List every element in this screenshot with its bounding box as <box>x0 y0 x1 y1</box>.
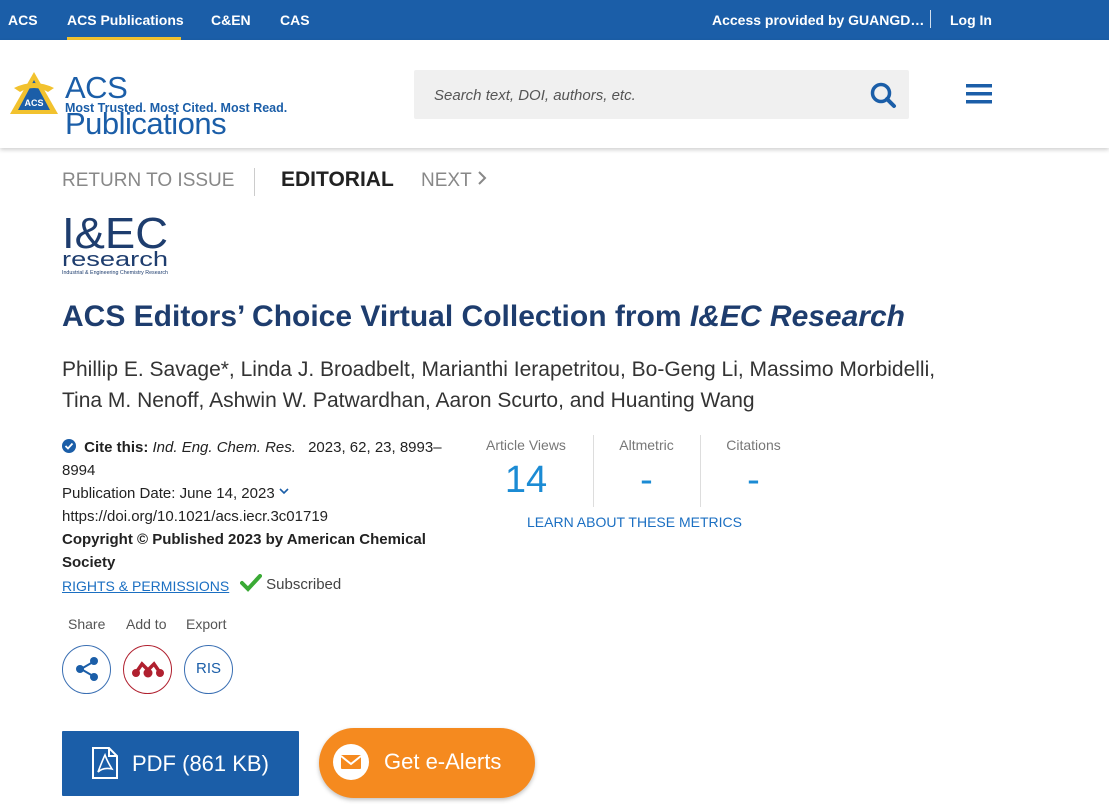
pub-date-label: Publication Date: <box>62 485 176 502</box>
acs-publications-link[interactable]: ACS Publications <box>67 12 184 28</box>
article-title: ACS Editors’ Choice Virtual Collection f… <box>62 300 905 334</box>
metric-label: Citations <box>726 437 781 453</box>
checkmark-icon <box>240 574 262 592</box>
metric-value: - <box>640 459 653 501</box>
acs-publications-logo[interactable]: ACS ACS Publications Most Trusted. Most … <box>8 70 288 141</box>
chevron-down-icon <box>279 488 289 495</box>
email-icon <box>333 744 369 780</box>
chevron-right-icon <box>477 171 487 185</box>
metric-label: Altmetric <box>619 437 674 453</box>
citation: Cite this: Ind. Eng. Chem. Res. 2023, 62… <box>62 436 462 482</box>
hamburger-menu-icon <box>966 84 992 104</box>
authors-line-2[interactable]: Tina M. Nenoff, Ashwin W. Patwardhan, Aa… <box>62 385 952 416</box>
rights-permissions-link[interactable]: RIGHTS & PERMISSIONS <box>62 578 229 594</box>
authors-line-1[interactable]: Phillip E. Savage*, Linda J. Broadbelt, … <box>62 354 952 385</box>
login-link[interactable]: Log In <box>950 12 992 28</box>
journal-logo-line3: Industrial & Engineering Chemistry Resea… <box>62 270 168 276</box>
svg-text:ACS: ACS <box>24 98 43 108</box>
cite-journal: Ind. Eng. Chem. Res. <box>152 439 296 456</box>
add-to-label: Add to <box>126 616 167 632</box>
mendeley-icon <box>131 661 164 678</box>
next-article-link[interactable]: NEXT <box>421 170 487 192</box>
pdf-label: PDF (861 KB) <box>132 751 269 776</box>
top-bar: ACS ACS Publications C&EN CAS Access pro… <box>0 0 1109 40</box>
metric-altmetric[interactable]: Altmetric - <box>593 435 699 507</box>
topbar-divider <box>930 10 931 28</box>
metric-value: - <box>747 459 760 501</box>
journal-logo-line2: research <box>62 249 168 271</box>
pdf-file-icon <box>92 747 118 779</box>
metric-label: Article Views <box>486 437 566 453</box>
cen-link[interactable]: C&EN <box>211 12 251 28</box>
cite-label: Cite this: <box>84 439 149 456</box>
author-list: Phillip E. Savage*, Linda J. Broadbelt, … <box>62 354 952 416</box>
site-header: ACS ACS Publications Most Trusted. Most … <box>0 40 1109 148</box>
article-title-journal: I&EC Research <box>689 300 905 333</box>
pub-date-value: June 14, 2023 <box>179 485 275 502</box>
cas-link[interactable]: CAS <box>280 12 310 28</box>
return-to-issue-link[interactable]: RETURN TO ISSUE <box>62 170 234 192</box>
subscribed-status: Subscribed <box>240 574 341 593</box>
search-box <box>414 70 909 119</box>
main-menu-button[interactable] <box>965 82 993 106</box>
add-to-mendeley-button[interactable] <box>123 645 172 694</box>
article-meta: Cite this: Ind. Eng. Chem. Res. 2023, 62… <box>62 436 462 574</box>
export-label: Export <box>186 616 227 632</box>
logo-tagline: Most Trusted. Most Cited. Most Read. <box>65 101 288 115</box>
journal-logo[interactable]: I&EC research Industrial & Engineering C… <box>62 208 172 276</box>
metric-article-views[interactable]: Article Views 14 <box>473 435 579 507</box>
share-label: Share <box>68 616 106 632</box>
metric-citations[interactable]: Citations - <box>700 435 806 507</box>
doi-link[interactable]: https://doi.org/10.1021/acs.iecr.3c01719 <box>62 505 462 528</box>
pdf-download-button[interactable]: PDF (861 KB) <box>62 731 299 796</box>
article-type: EDITORIAL <box>281 168 394 191</box>
check-circle-icon <box>62 439 76 453</box>
learn-metrics-link[interactable]: LEARN ABOUT THESE METRICS <box>527 514 742 530</box>
next-label: NEXT <box>421 170 472 191</box>
nav-divider <box>254 168 255 196</box>
acs-emblem-icon: ACS <box>10 72 58 114</box>
alerts-label: Get e-Alerts <box>384 749 502 774</box>
article-title-main: ACS Editors’ Choice Virtual Collection f… <box>62 300 690 333</box>
article-metrics: Article Views 14 Altmetric - Citations - <box>473 435 795 510</box>
share-icon <box>75 657 98 681</box>
export-ris-button[interactable]: RIS <box>184 645 233 694</box>
copyright: Copyright © Published 2023 by American C… <box>62 531 426 571</box>
metric-value: 14 <box>504 459 548 501</box>
search-button[interactable] <box>867 80 899 110</box>
access-provider[interactable]: Access provided by GUANGD… <box>712 12 924 28</box>
search-icon <box>870 82 896 108</box>
get-alerts-button[interactable]: Get e-Alerts <box>319 728 535 798</box>
share-button[interactable] <box>62 645 111 694</box>
acs-link[interactable]: ACS <box>8 12 38 28</box>
subscribed-label: Subscribed <box>266 576 342 593</box>
search-input[interactable] <box>434 82 844 108</box>
publication-date[interactable]: Publication Date: June 14, 2023 <box>62 482 462 505</box>
